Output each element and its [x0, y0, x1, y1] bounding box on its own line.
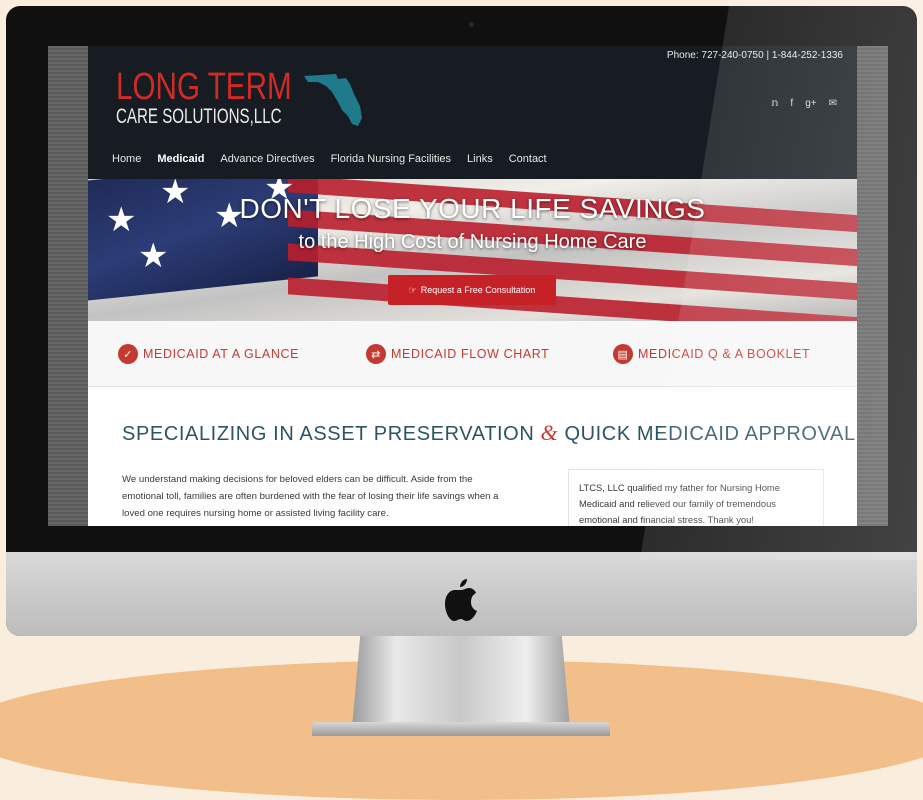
- flow-chart-icon: ⇄: [366, 344, 386, 364]
- monitor-stand-base: [312, 722, 610, 736]
- feature-label: MEDICAID AT A GLANCE: [143, 347, 300, 361]
- feature-medicaid-flow-chart[interactable]: ⇄ MEDICAID FLOW CHART: [366, 344, 549, 364]
- main-nav: Home Medicaid Advance Directives Florida…: [112, 153, 547, 165]
- monitor-stand: [352, 630, 570, 728]
- facebook-icon[interactable]: f: [790, 98, 793, 109]
- apple-logo-icon: [445, 579, 477, 621]
- mail-icon[interactable]: ✉: [829, 98, 837, 109]
- nav-item-florida-nursing-facilities[interactable]: Florida Nursing Facilities: [331, 153, 451, 165]
- logo-text-line2: CARE SOLUTIONS,LLC: [116, 105, 282, 128]
- social-links: 𝕟 f g+ ✉: [771, 98, 837, 109]
- nav-item-advance-directives[interactable]: Advance Directives: [220, 153, 314, 165]
- feature-label: MEDICAID Q & A BOOKLET: [638, 347, 811, 361]
- feature-label: MEDICAID FLOW CHART: [391, 347, 550, 361]
- site-header: Phone: 727-240-0750 | 1-844-252-1336 LON…: [88, 46, 857, 179]
- florida-map-icon: [304, 74, 362, 126]
- hero-banner: ★ ★ ★ ★ ★ DON'T LOSE YOUR LIFE SAVINGS t…: [88, 179, 857, 321]
- hero-title: DON'T LOSE YOUR LIFE SAVINGS: [239, 193, 706, 224]
- imac-monitor: Phone: 727-240-0750 | 1-844-252-1336 LON…: [6, 6, 917, 636]
- camera-dot: [469, 22, 474, 27]
- logo-text-line1: LONG TERM: [116, 66, 292, 108]
- hero-subtitle: to the High Cost of Nursing Home Care: [298, 231, 647, 253]
- headline-part1: SPECIALIZING IN ASSET PRESERVATION: [122, 423, 535, 445]
- cta-label: Request a Free Consultation: [420, 285, 536, 295]
- nav-item-home[interactable]: Home: [112, 153, 141, 165]
- nav-item-medicaid[interactable]: Medicaid: [157, 153, 204, 165]
- nav-item-contact[interactable]: Contact: [509, 153, 547, 165]
- website-page: Phone: 727-240-0750 | 1-844-252-1336 LON…: [88, 46, 857, 526]
- headline-part2: QUICK MEDICAID APPROVALS: [564, 423, 857, 445]
- testimonial-text: LTCS, LLC qualified my father for Nursin…: [579, 482, 780, 525]
- feature-links-bar: ✓ MEDICAID AT A GLANCE ⇄ MEDICAID FLOW C…: [88, 321, 857, 387]
- page-headline: SPECIALIZING IN ASSET PRESERVATION & QUI…: [122, 420, 857, 446]
- feature-medicaid-at-a-glance[interactable]: ✓ MEDICAID AT A GLANCE: [118, 344, 299, 364]
- screen-side-left: [48, 46, 88, 526]
- main-content: SPECIALIZING IN ASSET PRESERVATION & QUI…: [88, 387, 857, 526]
- nav-item-links[interactable]: Links: [467, 153, 493, 165]
- request-consultation-button[interactable]: ☞ Request a Free Consultation: [388, 275, 556, 305]
- screen: Phone: 727-240-0750 | 1-844-252-1336 LON…: [48, 46, 888, 526]
- monitor-chin: [6, 552, 917, 636]
- google-plus-icon[interactable]: g+: [805, 98, 816, 109]
- check-circle-icon: ✓: [118, 344, 138, 364]
- twitter-icon[interactable]: 𝕟: [771, 98, 778, 109]
- booklet-icon: ▤: [613, 344, 633, 364]
- site-logo[interactable]: LONG TERM CARE SOLUTIONS,LLC: [116, 68, 366, 136]
- testimonial-box: LTCS, LLC qualified my father for Nursin…: [568, 469, 824, 526]
- feature-medicaid-qa-booklet[interactable]: ▤ MEDICAID Q & A BOOKLET: [613, 344, 810, 364]
- phone-numbers: Phone: 727-240-0750 | 1-844-252-1336: [666, 50, 843, 61]
- headline-ampersand: &: [540, 420, 559, 445]
- hand-icon: ☞: [408, 284, 417, 295]
- intro-paragraph: We understand making decisions for belov…: [122, 474, 499, 519]
